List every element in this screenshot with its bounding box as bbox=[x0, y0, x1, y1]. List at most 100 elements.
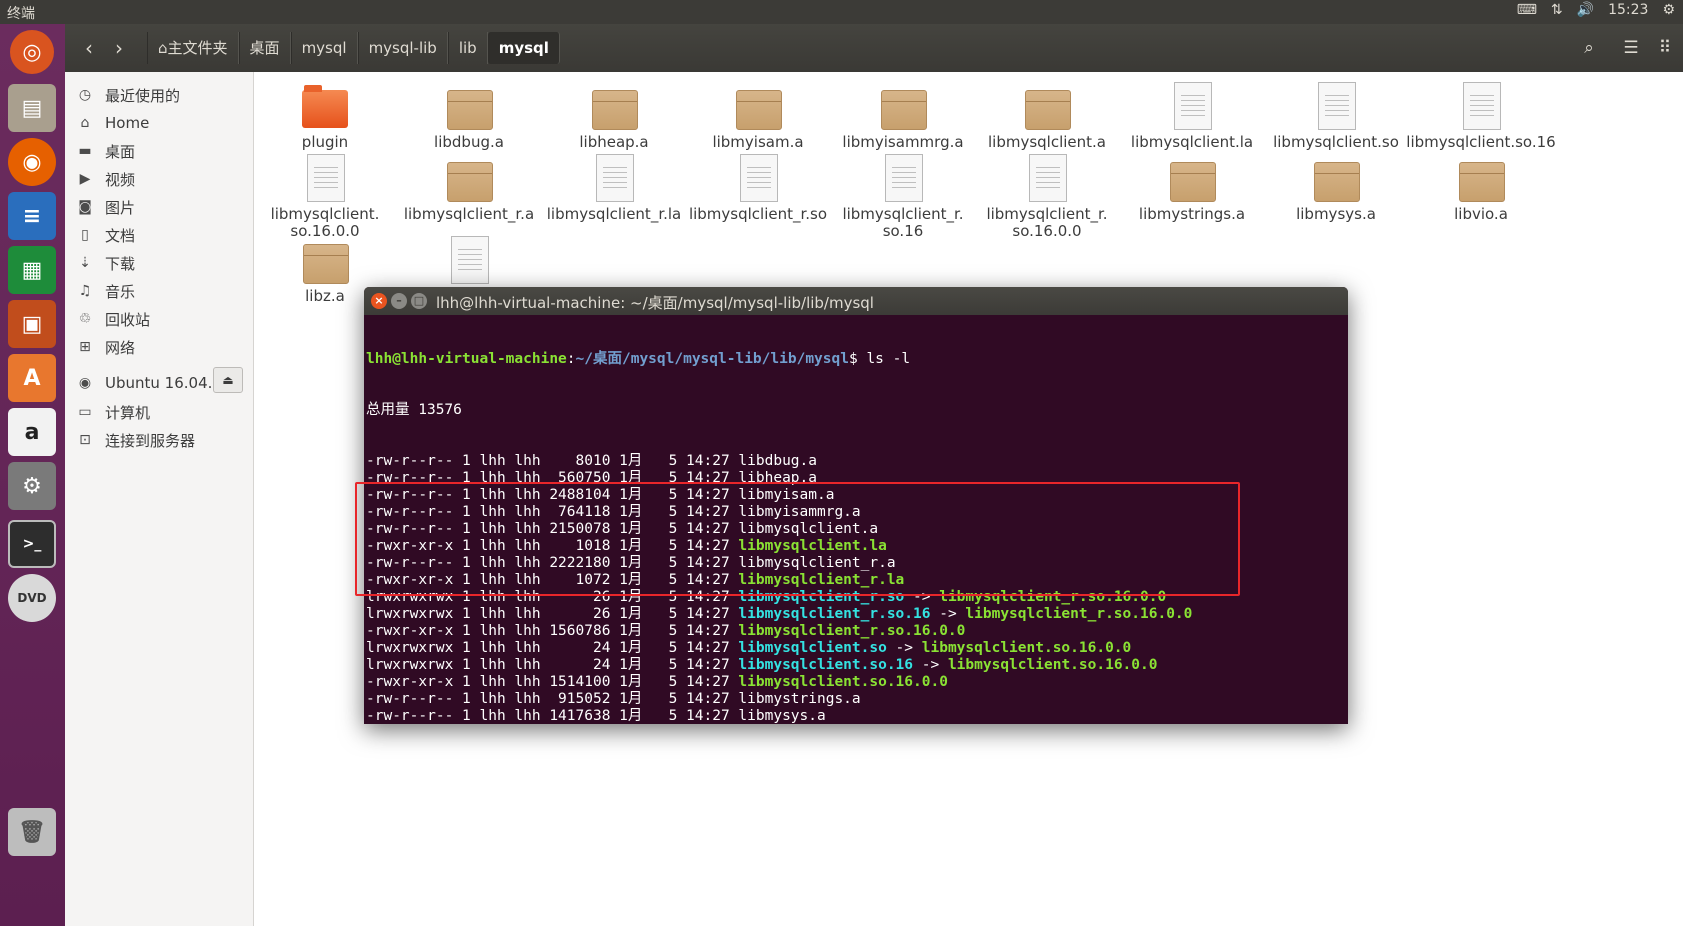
ls-entry: -rw-r--r-- 1 lhh lhh 560750 1月 5 14:27 l… bbox=[366, 470, 1348, 487]
writer-icon[interactable]: ≡ bbox=[8, 192, 56, 240]
clock[interactable]: 15:23 bbox=[1608, 2, 1648, 18]
firefox-icon[interactable]: ◉ bbox=[8, 138, 56, 186]
file-item[interactable]: libmysqlclient. so.16.0.0 bbox=[250, 154, 400, 240]
file-item[interactable]: libmysqlclient_r.so bbox=[683, 154, 833, 223]
file-name: libmysqlclient_r. so.16 bbox=[842, 205, 964, 240]
minimize-icon[interactable]: – bbox=[391, 293, 407, 309]
sidebar-item[interactable]: ⇣ 下载 bbox=[75, 250, 135, 276]
file-item[interactable]: libmysqlclient_r. so.16 bbox=[828, 154, 978, 240]
path-crumb[interactable]: 桌面 bbox=[238, 32, 291, 64]
text-file-icon bbox=[1457, 82, 1505, 130]
text-file-icon bbox=[445, 236, 493, 284]
back-button[interactable]: ‹ bbox=[75, 34, 103, 62]
file-item[interactable]: libheap.a bbox=[539, 82, 689, 151]
list-view-icon[interactable]: ☰ bbox=[1617, 34, 1645, 62]
clock-icon: ◷ bbox=[78, 87, 92, 103]
sidebar-item[interactable]: ⌂ Home bbox=[75, 110, 150, 136]
file-name: libmysqlclient. so.16.0.0 bbox=[270, 205, 380, 240]
forward-button[interactable]: › bbox=[105, 34, 133, 62]
camera-icon: ◙ bbox=[78, 199, 92, 215]
search-icon[interactable]: ⌕ bbox=[1575, 34, 1603, 62]
file-item[interactable]: libmysqlclient_r.la bbox=[539, 154, 689, 223]
ubuntu-dash-icon[interactable]: ◎ bbox=[10, 30, 54, 74]
gear-icon[interactable]: ⚙ bbox=[1662, 2, 1675, 18]
file-item[interactable]: libmysys.a bbox=[1261, 154, 1411, 223]
ls-entry: lrwxrwxrwx 1 lhh lhh 26 1月 5 14:27 libmy… bbox=[366, 606, 1348, 623]
sidebar-item-label: 网络 bbox=[105, 338, 136, 357]
sidebar-item[interactable]: ▭ 计算机 bbox=[75, 399, 150, 425]
ls-entry-name: libmysqlclient.so.16.0.0 bbox=[738, 674, 948, 690]
sidebar-item[interactable]: ⊡ 连接到服务器 bbox=[75, 427, 195, 453]
sidebar-item[interactable]: ♲ 回收站 bbox=[75, 306, 150, 332]
terminal-icon[interactable]: >_ bbox=[8, 520, 56, 568]
download-icon: ⇣ bbox=[79, 255, 91, 271]
grid-view-icon[interactable]: ⠿ bbox=[1651, 34, 1679, 62]
folder-icon bbox=[301, 82, 349, 130]
file-item[interactable]: libmysqlclient.a bbox=[972, 82, 1122, 151]
keyboard-icon[interactable]: ⌨ bbox=[1517, 2, 1537, 18]
trash-icon[interactable]: 🗑 bbox=[8, 808, 56, 856]
impress-icon[interactable]: ▣ bbox=[8, 300, 56, 348]
settings-icon[interactable]: ⚙ bbox=[8, 462, 56, 510]
path-crumb-home[interactable]: ⌂主文件夹 bbox=[147, 32, 239, 64]
ls-entry-meta: -rwxr-xr-x 1 lhh lhh 1514100 1月 5 14:27 bbox=[366, 674, 739, 690]
file-item[interactable]: libmysqlclient.so bbox=[1261, 82, 1411, 151]
eject-icon[interactable]: ⏏ bbox=[213, 367, 243, 393]
file-name: libmyisammrg.a bbox=[842, 133, 964, 151]
file-item[interactable]: libmyisammrg.a bbox=[828, 82, 978, 151]
software-center-icon[interactable]: A bbox=[8, 354, 56, 402]
sidebar-item[interactable]: ◉ Ubuntu 16.04.... bbox=[75, 370, 227, 396]
video-icon: ▶ bbox=[79, 171, 91, 187]
terminal-output[interactable]: lhh@lhh-virtual-machine:~/桌面/mysql/mysql… bbox=[364, 315, 1348, 724]
file-item[interactable]: libmysqlclient_r.a bbox=[394, 154, 544, 223]
sidebar-item[interactable]: ◷ 最近使用的 bbox=[75, 82, 180, 108]
ls-entry-name: libdbug.a bbox=[738, 453, 817, 469]
file-item[interactable]: libmyisam.a bbox=[683, 82, 833, 151]
sidebar-item[interactable]: ▬ 桌面 bbox=[75, 138, 135, 164]
sidebar-item[interactable]: ▯ 文档 bbox=[75, 222, 135, 248]
network-icon[interactable]: ⇅ bbox=[1551, 2, 1563, 18]
calc-icon[interactable]: ▦ bbox=[8, 246, 56, 294]
path-bar: ⌂主文件夹 桌面 mysql mysql-lib lib mysql bbox=[147, 32, 560, 64]
network-icon: ⊞ bbox=[79, 339, 91, 355]
file-name: libmysqlclient_r. so.16.0.0 bbox=[986, 205, 1108, 240]
file-name: libmysqlclient.a bbox=[987, 133, 1106, 151]
file-item[interactable] bbox=[394, 236, 544, 288]
file-item[interactable]: libmysqlclient_r. so.16.0.0 bbox=[972, 154, 1122, 240]
file-item[interactable]: libvio.a bbox=[1406, 154, 1556, 223]
sidebar-item[interactable]: ♫ 音乐 bbox=[75, 278, 135, 304]
path-crumb[interactable]: lib bbox=[447, 32, 488, 64]
path-crumb-current[interactable]: mysql bbox=[487, 32, 560, 64]
files-icon[interactable]: ▤ bbox=[8, 84, 56, 132]
path-crumb[interactable]: mysql-lib bbox=[357, 32, 448, 64]
sidebar-item-label: 视频 bbox=[105, 170, 136, 189]
archive-icon bbox=[879, 82, 927, 130]
document-icon: ▯ bbox=[81, 227, 89, 243]
archive-icon bbox=[445, 154, 493, 202]
file-item[interactable]: libdbug.a bbox=[394, 82, 544, 151]
path-crumb[interactable]: mysql bbox=[290, 32, 358, 64]
file-item[interactable]: plugin bbox=[250, 82, 400, 151]
ls-entry: -rw-r--r-- 1 lhh lhh 2150078 1月 5 14:27 … bbox=[366, 521, 1348, 538]
file-item[interactable]: libmysqlclient.so.16 bbox=[1406, 82, 1556, 151]
ls-entry: -rwxr-xr-x 1 lhh lhh 1072 1月 5 14:27 lib… bbox=[366, 572, 1348, 589]
ls-entry-meta: -rwxr-xr-x 1 lhh lhh 1072 1月 5 14:27 bbox=[366, 572, 739, 588]
file-item[interactable]: libmysqlclient.la bbox=[1117, 82, 1267, 151]
close-icon[interactable]: × bbox=[371, 293, 387, 309]
dvd-icon[interactable]: DVD bbox=[8, 574, 56, 622]
ls-entry-name: libmyisammrg.a bbox=[738, 504, 861, 520]
total-line: 总用量 13576 bbox=[366, 402, 462, 418]
ls-entry-name: libmysqlclient_r.so.16 bbox=[738, 606, 931, 622]
amazon-icon[interactable]: a bbox=[8, 408, 56, 456]
volume-icon[interactable]: 🔊 bbox=[1577, 2, 1594, 18]
sidebar-item-label: 音乐 bbox=[105, 282, 136, 301]
sidebar-item[interactable]: ◙ 图片 bbox=[75, 194, 135, 220]
archive-icon bbox=[301, 236, 349, 284]
file-item[interactable]: libmystrings.a bbox=[1117, 154, 1267, 223]
sidebar-item[interactable]: ⊞ 网络 bbox=[75, 334, 135, 360]
file-name: libmysqlclient.so bbox=[1273, 133, 1399, 151]
maximize-icon[interactable]: □ bbox=[411, 293, 427, 309]
sidebar-item[interactable]: ▶ 视频 bbox=[75, 166, 135, 192]
sidebar-item-label: 连接到服务器 bbox=[105, 431, 196, 450]
ls-entry: -rw-r--r-- 1 lhh lhh 1417638 1月 5 14:27 … bbox=[366, 708, 1348, 724]
